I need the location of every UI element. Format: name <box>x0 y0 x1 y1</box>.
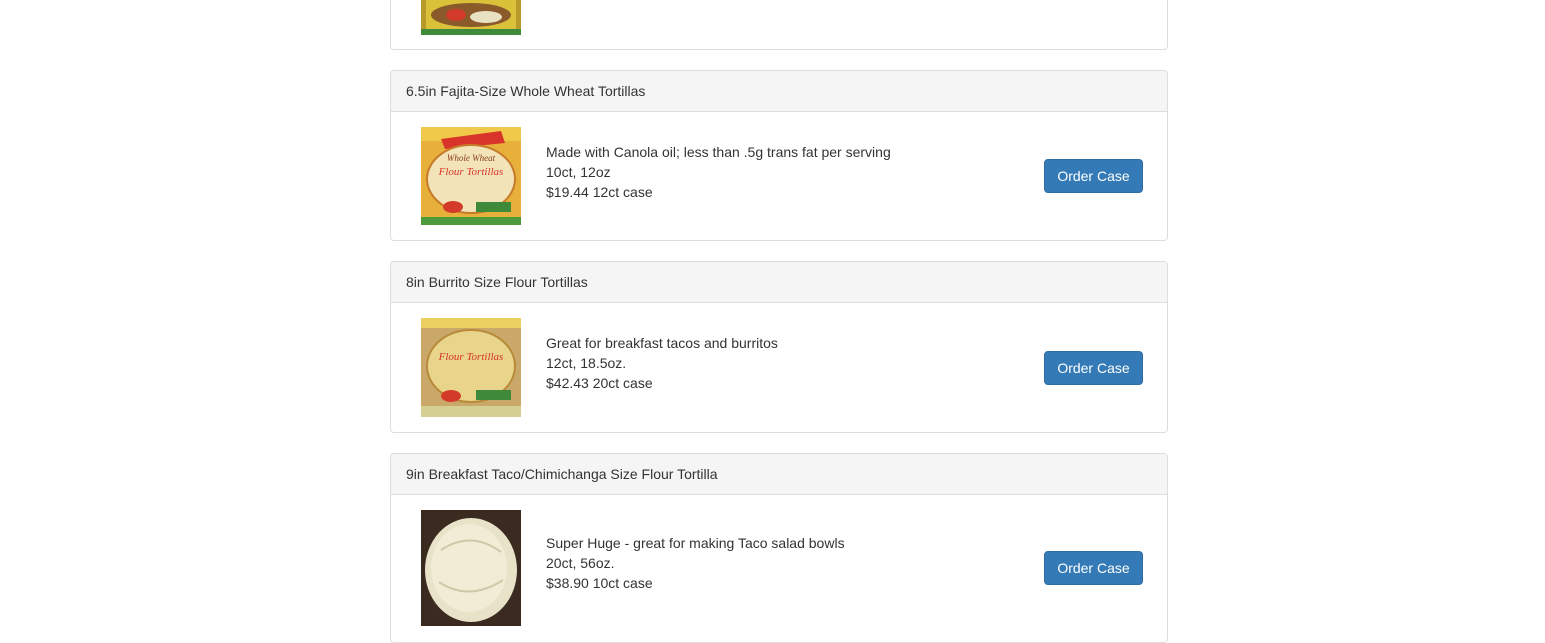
product-size: 12ct, 18.5oz. <box>546 355 627 371</box>
product-body: Super Huge - great for making Taco salad… <box>391 495 1167 642</box>
product-description: Super Huge - great for making Taco salad… <box>546 533 845 593</box>
product-title: 9in Breakfast Taco/Chimichanga Size Flou… <box>391 454 1167 495</box>
product-size: 10ct, 12oz <box>546 164 611 180</box>
product-price: $19.44 12ct case <box>546 184 653 200</box>
order-case-button[interactable]: Order Case <box>1044 159 1143 193</box>
plain-tortilla-image <box>421 510 521 626</box>
product-detail: Made with Canola oil; less than .5g tran… <box>546 144 891 160</box>
product-detail: Great for breakfast tacos and burritos <box>546 335 778 351</box>
product-description: Made with Canola oil; less than .5g tran… <box>546 142 891 202</box>
product-body <box>391 0 1167 51</box>
product-description: Great for breakfast tacos and burritos 1… <box>546 333 778 393</box>
package-text: Whole Wheat <box>447 153 496 163</box>
order-case-button[interactable]: Order Case <box>1044 551 1143 585</box>
product-size: 20ct, 56oz. <box>546 555 615 571</box>
product-title: 6.5in Fajita-Size Whole Wheat Tortillas <box>391 71 1167 112</box>
product-image <box>421 0 521 35</box>
package-text: Flour Tortillas <box>438 351 504 363</box>
flour-tortilla-image: Flour Tortillas <box>421 318 521 417</box>
product-price: $42.43 20ct case <box>546 375 653 391</box>
product-body: Whole Wheat Flour Tortillas Made with Ca… <box>391 112 1167 240</box>
product-panel: 9in Breakfast Taco/Chimichanga Size Flou… <box>390 453 1168 643</box>
package-text: Flour Tortillas <box>438 166 504 178</box>
whole-wheat-tortilla-image: Whole Wheat Flour Tortillas <box>421 127 521 225</box>
product-detail: Super Huge - great for making Taco salad… <box>546 535 845 551</box>
product-body: Flour Tortillas Great for breakfast taco… <box>391 303 1167 432</box>
product-panel <box>390 0 1168 50</box>
product-title: 8in Burrito Size Flour Tortillas <box>391 262 1167 303</box>
order-case-button[interactable]: Order Case <box>1044 351 1143 385</box>
product-price: $38.90 10ct case <box>546 575 653 591</box>
product-panel: 8in Burrito Size Flour Tortillas Flour T… <box>390 261 1168 433</box>
product-panel: 6.5in Fajita-Size Whole Wheat Tortillas … <box>390 70 1168 241</box>
